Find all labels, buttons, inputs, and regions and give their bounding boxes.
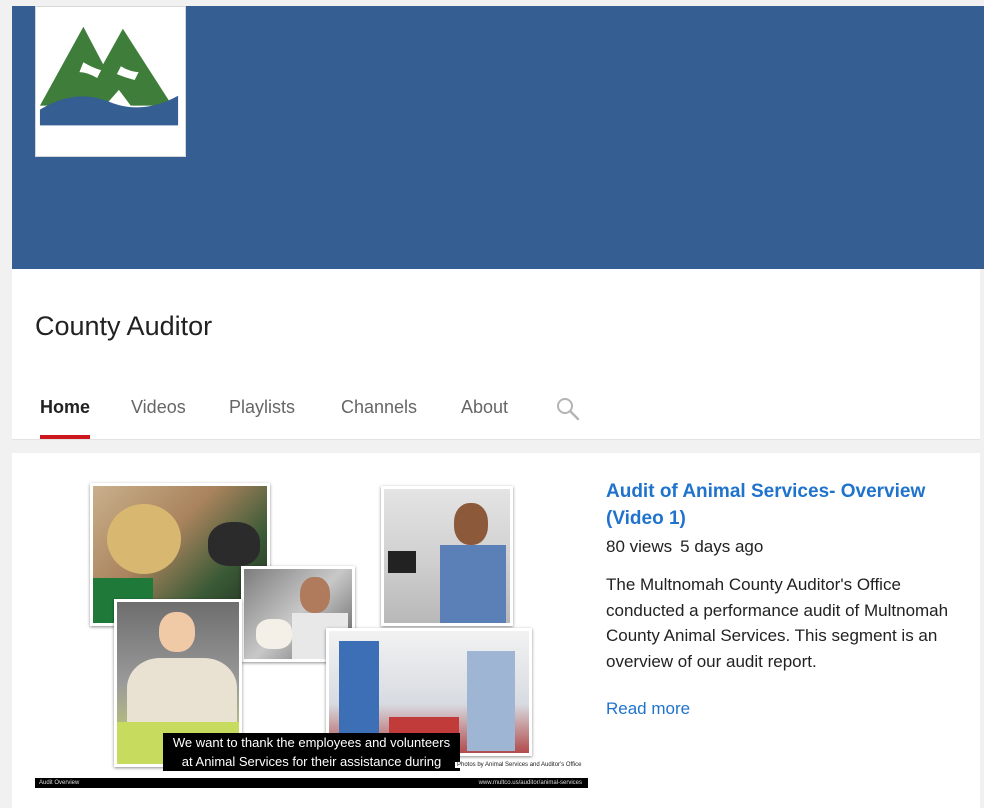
channel-header: County Auditor Home Videos Playlists Cha… bbox=[12, 269, 980, 440]
tab-channels[interactable]: Channels bbox=[341, 397, 417, 437]
featured-video-section: We want to thank the employees and volun… bbox=[12, 453, 980, 808]
search-icon[interactable] bbox=[556, 397, 582, 425]
video-title-link[interactable]: Audit of Animal Services- Overview (Vide… bbox=[606, 478, 956, 532]
mountain-logo-icon bbox=[39, 26, 179, 126]
tab-about[interactable]: About bbox=[461, 397, 508, 437]
tab-videos[interactable]: Videos bbox=[131, 397, 186, 437]
channel-logo[interactable] bbox=[35, 6, 186, 157]
read-more-link[interactable]: Read more bbox=[606, 699, 690, 719]
thumbnail-caption: We want to thank the employees and volun… bbox=[163, 733, 460, 771]
video-description: The Multnomah County Auditor's Office co… bbox=[606, 575, 949, 671]
photo-staff-at-desk bbox=[381, 486, 513, 626]
thumbnail-footer-right: www.multco.us/auditor/animal-services bbox=[478, 780, 582, 786]
thumbnail-footer: Audit Overview www.multco.us/auditor/ani… bbox=[35, 778, 588, 788]
channel-title: County Auditor bbox=[35, 311, 213, 341]
tab-home[interactable]: Home bbox=[40, 397, 91, 439]
tab-playlists[interactable]: Playlists bbox=[229, 397, 295, 437]
view-count: 80 views bbox=[606, 537, 673, 556]
photo-credit: Photos by Animal Services and Auditor's … bbox=[455, 762, 584, 768]
video-thumbnail[interactable]: We want to thank the employees and volun… bbox=[35, 476, 588, 788]
video-meta: 80 views 5 days ago bbox=[606, 537, 763, 557]
upload-age: 5 days ago bbox=[680, 537, 764, 556]
thumbnail-footer-left: Audit Overview bbox=[39, 780, 80, 786]
